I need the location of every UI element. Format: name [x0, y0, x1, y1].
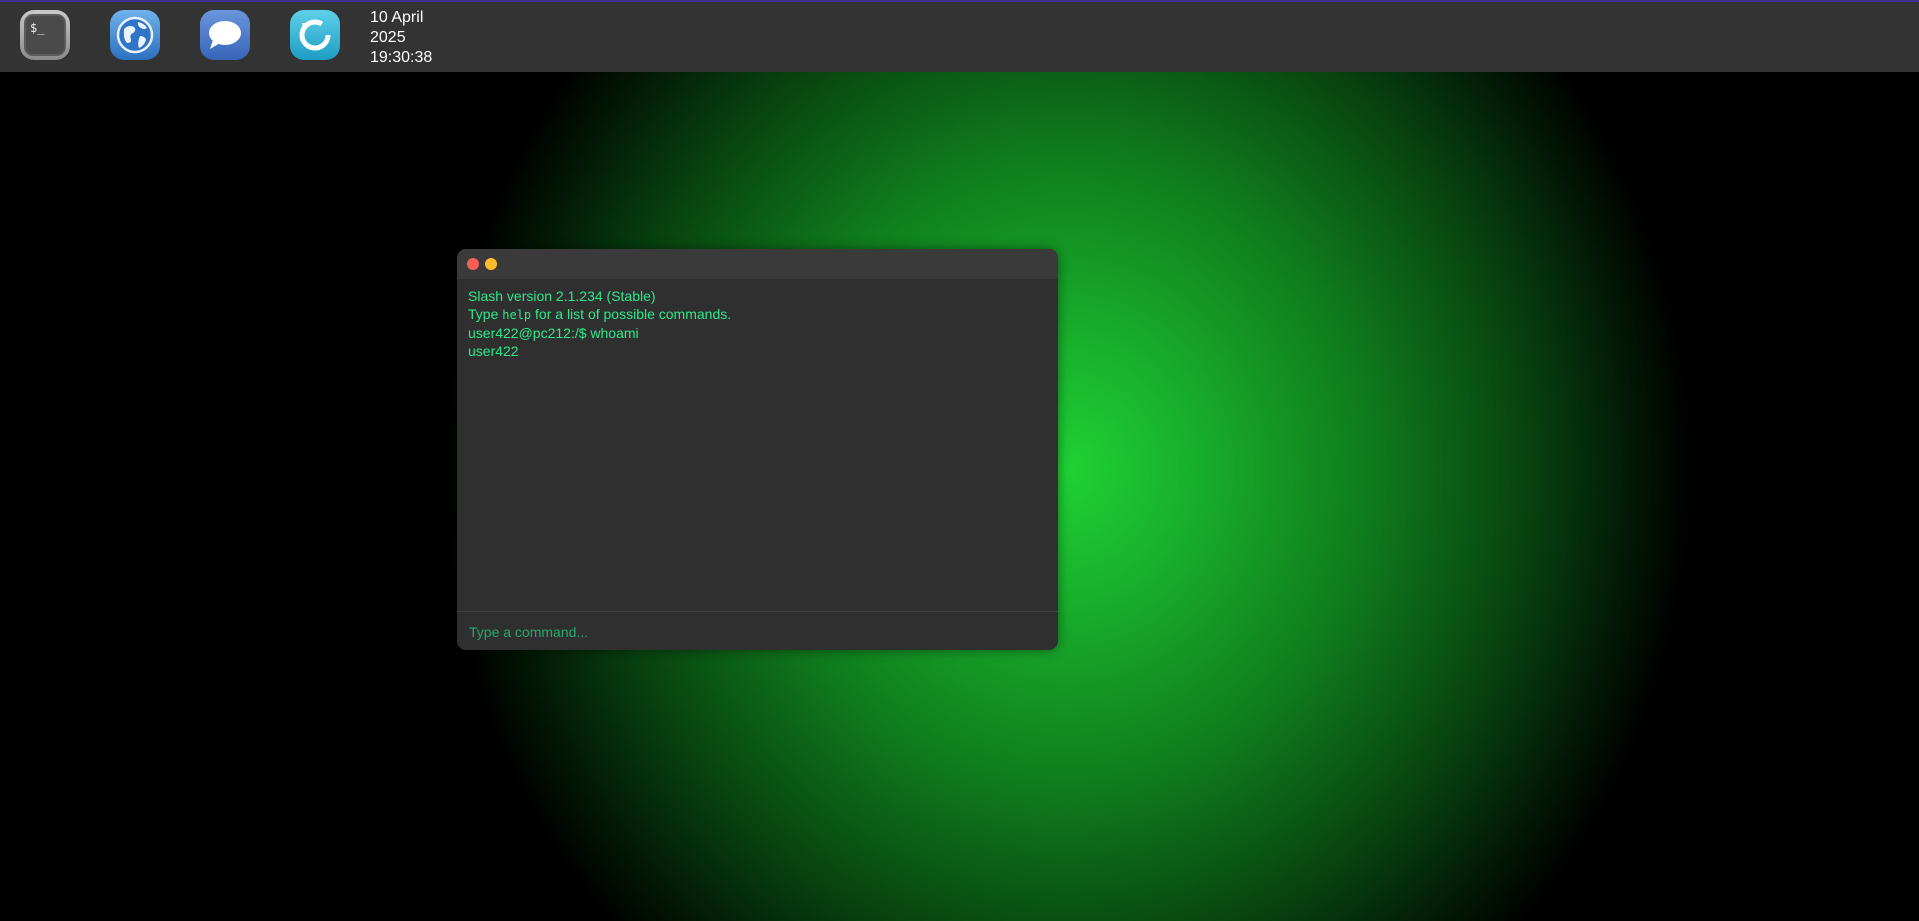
- help-command-code: help: [502, 308, 532, 322]
- terminal-output: Slash version 2.1.234 (Stable) Type help…: [468, 287, 1048, 360]
- minimize-button[interactable]: [485, 258, 497, 270]
- globe-icon[interactable]: [110, 10, 160, 60]
- version-line: Slash version 2.1.234 (Stable): [468, 288, 656, 304]
- refresh-icon[interactable]: [290, 10, 340, 60]
- command-input[interactable]: [467, 620, 1051, 644]
- clock-date-year: 2025: [370, 29, 406, 46]
- close-button[interactable]: [467, 258, 479, 270]
- result-line: user422: [468, 343, 519, 359]
- terminal-icon: $_: [24, 14, 66, 56]
- command-input-area: [457, 611, 1058, 650]
- help-hint-prefix: Type: [468, 306, 503, 322]
- clock: 10 April 2025 19:30:38: [370, 8, 470, 68]
- clock-time: 19:30:38: [370, 49, 433, 66]
- terminal-window: Slash version 2.1.234 (Stable) Type help…: [457, 249, 1058, 650]
- window-titlebar[interactable]: [457, 249, 1058, 279]
- prompt-line: user422@pc212:/$ whoami: [468, 325, 639, 341]
- clock-date-day-month: 10 April: [370, 9, 424, 26]
- help-hint-line: Type help for a list of possible command…: [468, 305, 1048, 324]
- help-hint-suffix: for a list of possible commands.: [531, 306, 732, 322]
- terminal-app-icon[interactable]: $_: [20, 10, 70, 60]
- taskbar: $_ 10 April 2025 19:30:38: [0, 0, 1919, 72]
- chat-bubble-icon[interactable]: [200, 10, 250, 60]
